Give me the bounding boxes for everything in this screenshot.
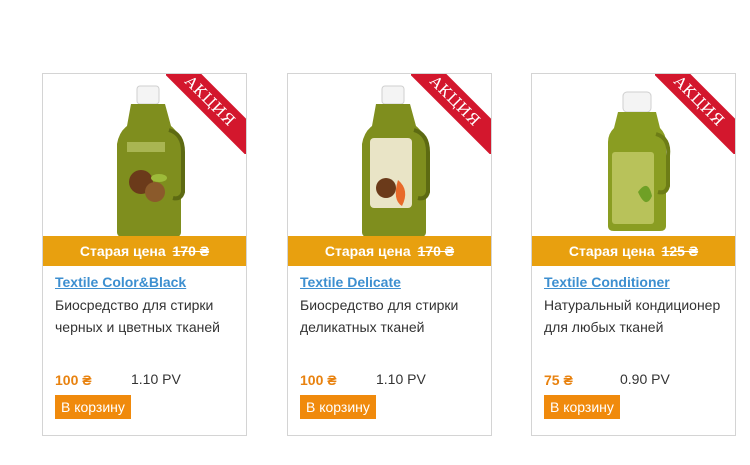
product-price: 75 ₴: [544, 372, 573, 388]
old-price-value: 170 ₴: [417, 243, 455, 259]
promo-ribbon: АКЦИЯ: [655, 74, 735, 154]
product-price: 100 ₴: [300, 372, 337, 388]
old-price-value: 170 ₴: [172, 243, 210, 259]
product-description: Биосредство для стирки деликатных тканей: [300, 297, 459, 335]
old-price-value: 125 ₴: [661, 243, 699, 259]
product-card: АКЦИЯ Старая цена 170 ₴ Textile Delicate…: [287, 73, 492, 436]
old-price-label: Старая цена: [324, 243, 411, 259]
promo-ribbon: АКЦИЯ: [166, 74, 246, 154]
product-description: Биосредство для стирки черных и цветных …: [55, 297, 220, 335]
product-pv: 0.90 PV: [620, 371, 670, 387]
old-price-label: Старая цена: [568, 243, 655, 259]
product-price: 100 ₴: [55, 372, 92, 388]
product-title-link[interactable]: Textile Delicate: [300, 274, 401, 290]
old-price-bar: Старая цена 170 ₴: [288, 236, 491, 266]
old-price-bar: Старая цена 125 ₴: [532, 236, 735, 266]
product-title-link[interactable]: Textile Conditioner: [544, 274, 670, 290]
promo-ribbon-label: АКЦИЯ: [411, 74, 491, 154]
promo-ribbon-label: АКЦИЯ: [166, 74, 246, 154]
add-to-cart-button[interactable]: В корзину: [544, 395, 620, 419]
promo-ribbon: АКЦИЯ: [411, 74, 491, 154]
product-card: АКЦИЯ Старая цена 125 ₴ Textile Conditio…: [531, 73, 736, 436]
old-price-label: Старая цена: [79, 243, 166, 259]
product-title-link[interactable]: Textile Color&Black: [55, 274, 186, 290]
promo-ribbon-label: АКЦИЯ: [655, 74, 735, 154]
add-to-cart-button[interactable]: В корзину: [55, 395, 131, 419]
product-pv: 1.10 PV: [376, 371, 426, 387]
product-description: Натуральный кондиционер для любых тканей: [544, 297, 721, 335]
product-card: АКЦИЯ Старая цена 170 ₴ Textile Color&Bl…: [42, 73, 247, 436]
old-price-bar: Старая цена 170 ₴: [43, 236, 246, 266]
add-to-cart-button[interactable]: В корзину: [300, 395, 376, 419]
product-pv: 1.10 PV: [131, 371, 181, 387]
